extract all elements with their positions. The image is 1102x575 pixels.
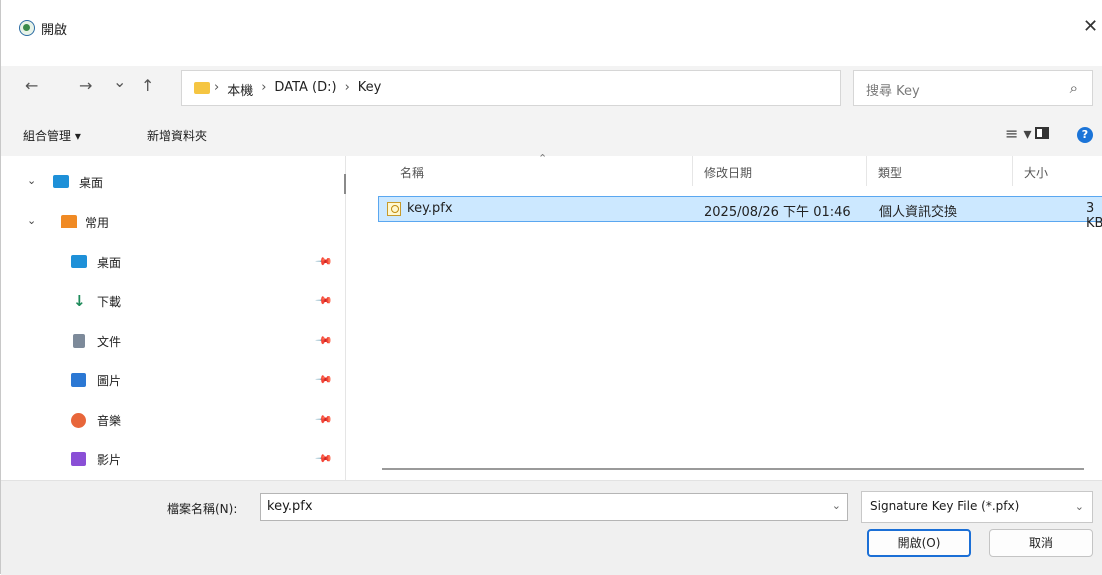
- column-header-size[interactable]: 大小: [1024, 164, 1048, 181]
- nav-item-label: 圖片: [97, 374, 122, 388]
- download-icon: ↓: [73, 292, 86, 310]
- open-button[interactable]: 開啟(O): [867, 529, 971, 557]
- cancel-button[interactable]: 取消: [989, 529, 1093, 557]
- app-icon: [19, 20, 35, 36]
- home-icon: [61, 215, 77, 228]
- navigation-pane: ⌄ 桌面 ⌄ 常用 桌面 📌 ↓ 下載 📌 文件 📌 圖片 📌 音樂 📌 影片 …: [1, 156, 346, 480]
- help-icon[interactable]: ?: [1077, 127, 1093, 143]
- pictures-icon: [71, 373, 86, 387]
- file-type-value: Signature Key File (*.pfx): [870, 499, 1020, 513]
- column-header-type[interactable]: 類型: [878, 164, 902, 181]
- filename-input[interactable]: key.pfx ⌄: [260, 493, 848, 521]
- search-placeholder: 搜尋 Key: [866, 84, 920, 99]
- filename-dropdown-icon[interactable]: ⌄: [832, 499, 841, 512]
- up-folder-icon[interactable]: ↑: [141, 76, 154, 95]
- nav-item-videos[interactable]: 影片 📌: [1, 445, 341, 473]
- column-divider[interactable]: [866, 156, 867, 186]
- column-divider[interactable]: [1012, 156, 1013, 186]
- document-icon: [73, 334, 85, 348]
- column-header-name[interactable]: 名稱: [400, 164, 424, 181]
- file-name: key.pfx: [407, 201, 453, 216]
- nav-item-desktop-root[interactable]: ⌄ 桌面: [1, 168, 341, 196]
- close-icon[interactable]: ✕: [1083, 16, 1098, 37]
- file-row[interactable]: key.pfx 2025/08/26 下午 01:46 個人資訊交換 3 KB: [378, 196, 1102, 231]
- nav-item-label: 桌面: [97, 256, 122, 270]
- organize-button[interactable]: 組合管理 ▾: [23, 127, 81, 144]
- column-divider[interactable]: [692, 156, 693, 186]
- certificate-file-icon: [387, 202, 401, 216]
- breadcrumb-this-pc[interactable]: 本機: [227, 80, 253, 99]
- dialog-footer: 檔案名稱(N): key.pfx ⌄ Signature Key File (*…: [1, 480, 1102, 575]
- title-bar: 開啟 ✕: [1, 0, 1102, 66]
- filename-value: key.pfx: [267, 499, 313, 514]
- nav-item-label: 文件: [97, 335, 122, 349]
- new-folder-button[interactable]: 新增資料夾: [147, 127, 207, 144]
- file-type-select[interactable]: Signature Key File (*.pfx) ⌄: [861, 491, 1093, 523]
- column-header-modified[interactable]: 修改日期: [704, 164, 752, 181]
- view-options-icon[interactable]: ≡ ▾: [1005, 124, 1032, 143]
- nav-item-documents[interactable]: 文件 📌: [1, 327, 341, 355]
- nav-item-downloads[interactable]: ↓ 下載 📌: [1, 287, 341, 315]
- nav-item-label: 影片: [97, 453, 122, 467]
- nav-item-pictures[interactable]: 圖片 📌: [1, 366, 341, 394]
- file-list: 名稱 ⌃ 修改日期 類型 大小 key.pfx 2025/08/26 下午 01…: [346, 152, 1102, 480]
- pin-icon: 📌: [314, 252, 334, 271]
- nav-item-label: 桌面: [79, 176, 104, 190]
- forward-icon[interactable]: →: [79, 76, 92, 95]
- music-icon: [71, 413, 86, 428]
- recent-locations-chevron-icon[interactable]: ⌄: [113, 72, 126, 91]
- nav-item-music[interactable]: 音樂 📌: [1, 406, 341, 434]
- desktop-icon: [53, 175, 69, 188]
- command-bar: 組合管理 ▾ 新增資料夾 ≡ ▾ ?: [1, 112, 1102, 157]
- nav-item-desktop[interactable]: 桌面 📌: [1, 248, 341, 276]
- sort-ascending-icon: ⌃: [538, 152, 548, 165]
- filename-label: 檔案名稱(N):: [167, 502, 238, 516]
- breadcrumb-separator: ›: [214, 80, 220, 95]
- search-input[interactable]: 搜尋 Key ⌕: [853, 70, 1093, 106]
- pin-icon: 📌: [314, 331, 334, 350]
- breadcrumb: › 本機 › DATA (D:) › Key: [214, 80, 381, 99]
- pin-icon: 📌: [314, 410, 334, 429]
- back-icon[interactable]: ←: [25, 76, 38, 95]
- nav-item-home[interactable]: ⌄ 常用: [1, 208, 341, 236]
- expand-chevron-icon[interactable]: ⌄: [27, 214, 36, 227]
- preview-pane-icon[interactable]: [1035, 127, 1049, 139]
- chevron-down-icon: ⌄: [1074, 500, 1084, 513]
- breadcrumb-data-drive[interactable]: DATA (D:): [274, 80, 336, 99]
- pin-icon: 📌: [314, 449, 334, 468]
- pin-icon: 📌: [314, 291, 334, 310]
- desktop-icon: [71, 255, 87, 268]
- breadcrumb-separator: ›: [261, 80, 267, 95]
- nav-item-label: 音樂: [97, 414, 122, 428]
- horizontal-scrollbar[interactable]: [382, 468, 1084, 470]
- address-row: ← → ⌄ ↑ › 本機 › DATA (D:) › Key ⌄ ↻ 搜尋 Ke…: [1, 66, 1102, 112]
- search-icon[interactable]: ⌕: [1070, 79, 1078, 97]
- breadcrumb-key[interactable]: Key: [358, 80, 382, 99]
- address-bar[interactable]: › 本機 › DATA (D:) › Key ⌄ ↻: [181, 70, 1025, 106]
- expand-chevron-icon[interactable]: ⌄: [27, 174, 36, 187]
- nav-item-label: 常用: [85, 216, 110, 230]
- file-modified: 2025/08/26 下午 01:46: [704, 205, 851, 220]
- videos-icon: [71, 452, 86, 466]
- file-size: 3 KB: [1086, 201, 1102, 231]
- folder-icon: [194, 82, 210, 94]
- breadcrumb-separator: ›: [344, 80, 350, 95]
- open-file-dialog: 開啟 ✕ ← → ⌄ ↑ › 本機 › DATA (D:) › Key ⌄ ↻ …: [0, 0, 1102, 575]
- file-type: 個人資訊交換: [879, 205, 958, 220]
- nav-item-label: 下載: [97, 295, 122, 309]
- pin-icon: 📌: [314, 370, 334, 389]
- window-title: 開啟: [41, 23, 68, 38]
